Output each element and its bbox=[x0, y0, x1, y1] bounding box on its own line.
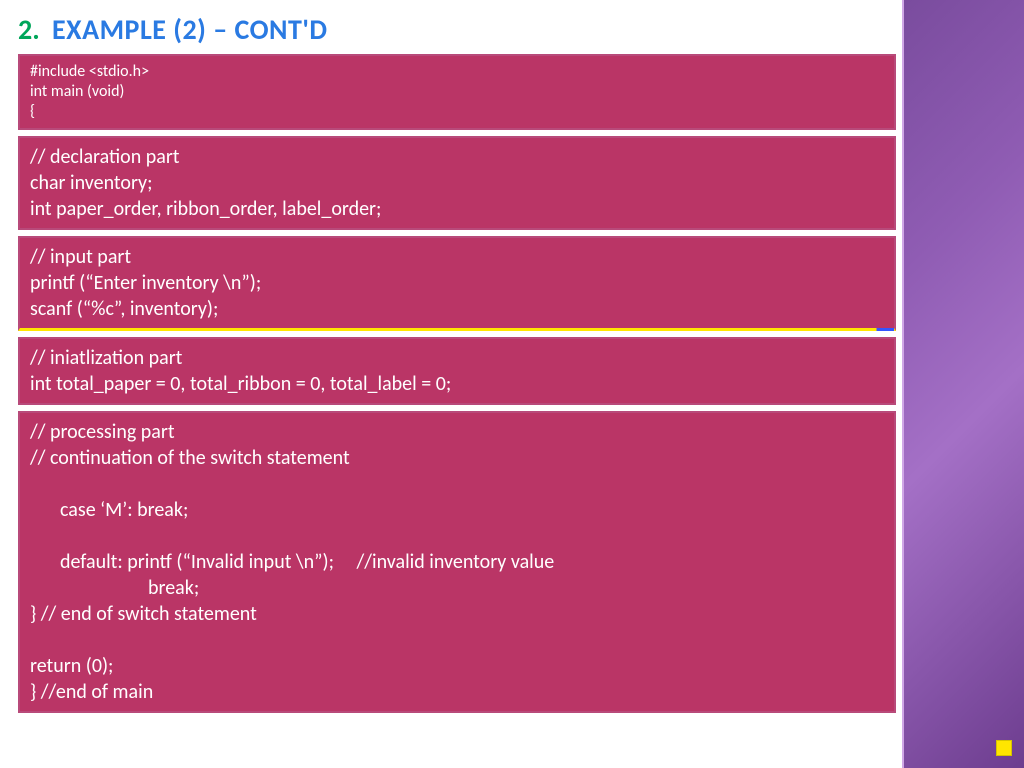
code-line: // iniatlization part bbox=[30, 345, 884, 371]
code-line: int total_paper = 0, total_ribbon = 0, t… bbox=[30, 371, 884, 397]
blank-line bbox=[30, 627, 884, 653]
code-line: return (0); bbox=[30, 653, 884, 679]
slide-title: 2. EXAMPLE (2) – CONT'D bbox=[18, 12, 328, 47]
code-line: int paper_order, ribbon_order, label_ord… bbox=[30, 196, 884, 222]
code-line: // declaration part bbox=[30, 144, 884, 170]
code-line: #include <stdio.h> bbox=[30, 62, 884, 82]
title-text: EXAMPLE (2) – CONT'D bbox=[52, 12, 328, 47]
code-line: default: printf (“Invalid input \n”); //… bbox=[30, 549, 884, 575]
blank-line bbox=[30, 523, 884, 549]
code-block-processing: // processing part // continuation of th… bbox=[18, 411, 896, 713]
decorative-right-band bbox=[904, 0, 1024, 768]
code-line: } //end of main bbox=[30, 679, 884, 705]
code-line: // processing part bbox=[30, 419, 884, 445]
code-line: char inventory; bbox=[30, 170, 884, 196]
code-line: { bbox=[30, 102, 884, 122]
slide: 2. EXAMPLE (2) – CONT'D #include <stdio.… bbox=[0, 0, 1024, 768]
code-block-initialization: // iniatlization part int total_paper = … bbox=[18, 337, 896, 405]
code-line: // continuation of the switch statement bbox=[30, 445, 884, 471]
title-number: 2. bbox=[18, 12, 40, 47]
code-block-input: // input part printf (“Enter inventory \… bbox=[18, 236, 896, 331]
code-block-declaration: // declaration part char inventory; int … bbox=[18, 136, 896, 230]
decorative-corner-square bbox=[996, 740, 1012, 756]
code-line: int main (void) bbox=[30, 82, 884, 102]
code-line: break; bbox=[30, 575, 884, 601]
code-line: // input part bbox=[30, 244, 884, 270]
slide-content: #include <stdio.h> int main (void) { // … bbox=[18, 54, 896, 719]
blank-line bbox=[30, 471, 884, 497]
code-line: printf (“Enter inventory \n”); bbox=[30, 270, 884, 296]
code-line: scanf (“%c”, inventory); bbox=[30, 296, 884, 322]
code-line: } // end of switch statement bbox=[30, 601, 884, 627]
code-block-header: #include <stdio.h> int main (void) { bbox=[18, 54, 896, 130]
code-line: case ‘M’: break; bbox=[30, 497, 884, 523]
